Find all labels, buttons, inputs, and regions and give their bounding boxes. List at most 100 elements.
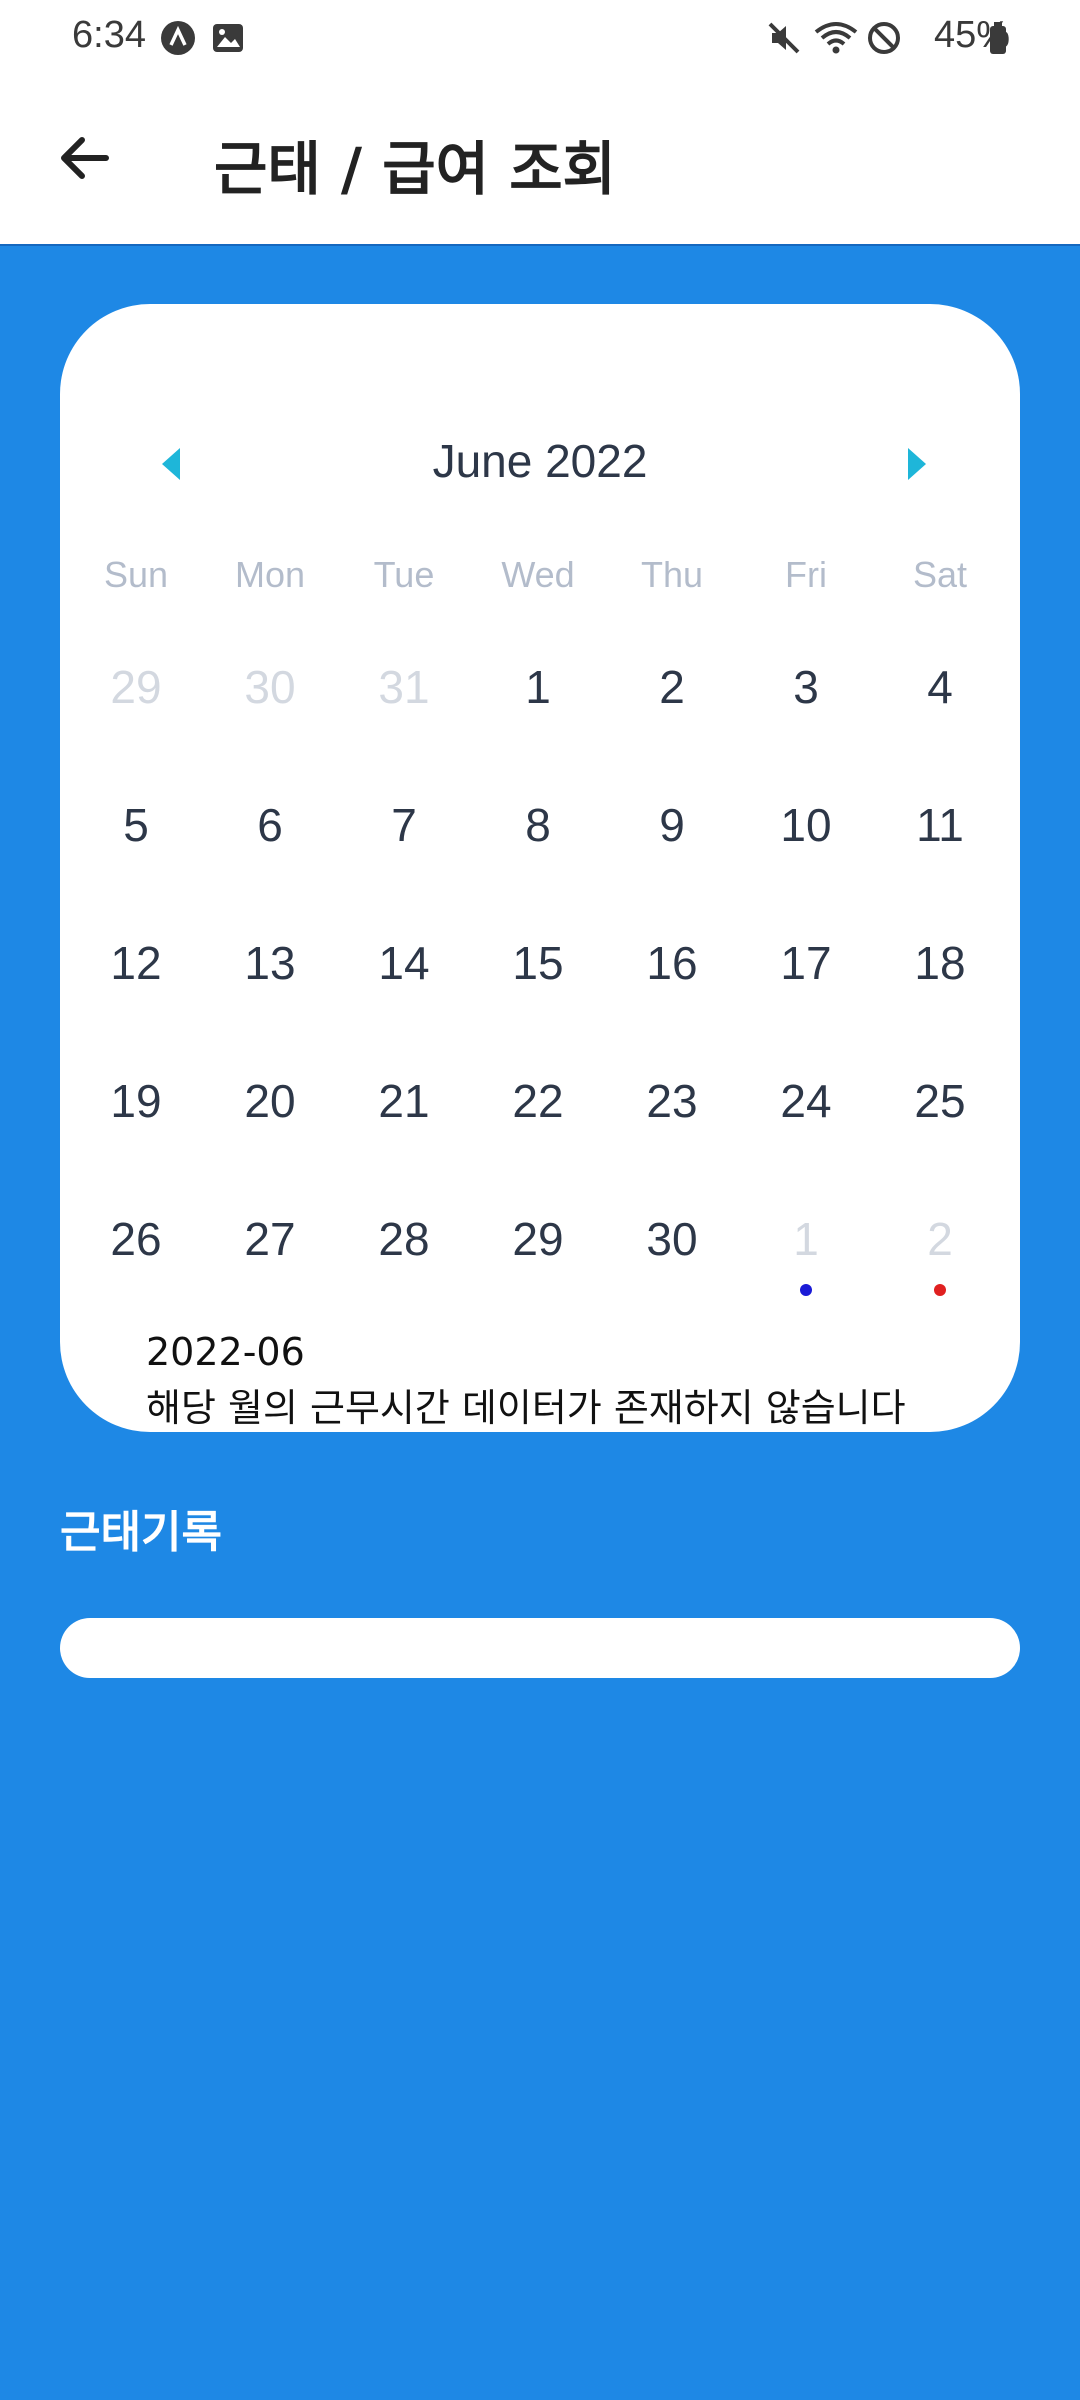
weekday-sun: Sun (103, 554, 169, 595)
day-number: 3 (793, 661, 819, 713)
calendar-day[interactable]: 20 (203, 1074, 337, 1154)
status-time: 6:34 (72, 14, 146, 56)
calendar-day[interactable]: 22 (471, 1074, 605, 1154)
calendar-card: June 2022 Sun Mon Tue Wed Thu Fri Sat 29 30 31 1 2… (60, 304, 1020, 1432)
calendar-day[interactable]: 3 (739, 660, 873, 740)
summary-month: 2022-06 (146, 1330, 305, 1374)
calendar-day[interactable]: 21 (337, 1074, 471, 1154)
weekday-fri: Fri (785, 554, 827, 595)
calendar-header: June 2022 (60, 424, 1020, 504)
calendar-day[interactable]: 31 (337, 660, 471, 740)
day-number: 16 (646, 937, 698, 989)
day-number: 27 (244, 1213, 296, 1265)
day-number: 11 (916, 799, 964, 851)
calendar-day[interactable]: 1 (739, 1212, 873, 1296)
calendar-day[interactable]: 25 (873, 1074, 1007, 1154)
app-bar: 근태 / 급여 조회 (0, 76, 1080, 246)
calendar-day[interactable]: 7 (337, 798, 471, 878)
weekday-sat: Sat (912, 554, 968, 595)
calendar-day[interactable]: 1 (471, 660, 605, 740)
weekday-mon: Mon (234, 554, 306, 595)
day-number: 25 (914, 1075, 966, 1127)
do-not-disturb-icon (868, 22, 900, 54)
calendar-day[interactable]: 17 (739, 936, 873, 1016)
calendar-day[interactable]: 4 (873, 660, 1007, 740)
day-number: 2 (927, 1213, 953, 1265)
day-number: 17 (780, 937, 832, 989)
day-number: 30 (646, 1213, 698, 1265)
day-number: 1 (525, 661, 551, 713)
records-section-title: 근태기록 (60, 1507, 222, 1558)
weekday-tue: Tue (373, 554, 435, 595)
day-number: 6 (257, 799, 283, 851)
status-bar: 6:34 45% (0, 0, 1080, 76)
day-number: 23 (646, 1075, 698, 1127)
day-number: 29 (512, 1213, 564, 1265)
calendar-day[interactable]: 9 (605, 798, 739, 878)
month-label: June 2022 (432, 435, 648, 487)
calendar-day[interactable]: 29 (471, 1212, 605, 1292)
calendar-day[interactable]: 6 (203, 798, 337, 878)
day-number: 21 (378, 1075, 430, 1127)
wifi-icon (814, 22, 858, 54)
calendar-day[interactable]: 11 (873, 798, 1007, 878)
calendar-day[interactable]: 2 (605, 660, 739, 740)
calendar-day[interactable]: 18 (873, 936, 1007, 1016)
day-number: 7 (391, 799, 417, 851)
calendar-day[interactable]: 2 (873, 1212, 1007, 1296)
day-number: 19 (110, 1075, 162, 1127)
day-number: 15 (512, 937, 564, 989)
triangle-right-icon[interactable] (902, 446, 932, 482)
calendar-day[interactable]: 24 (739, 1074, 873, 1154)
day-number: 8 (525, 799, 551, 851)
weekday-wed: Wed (501, 554, 575, 595)
day-number: 5 (123, 799, 149, 851)
calendar-day[interactable]: 27 (203, 1212, 337, 1292)
calendar-day[interactable]: 8 (471, 798, 605, 878)
calendar-day[interactable]: 5 (69, 798, 203, 878)
calendar-day[interactable]: 16 (605, 936, 739, 1016)
page-title: 근태 / 급여 조회 (214, 135, 616, 203)
battery-icon (990, 22, 1006, 54)
day-number: 28 (378, 1213, 430, 1265)
day-number: 20 (244, 1075, 296, 1127)
calendar-day[interactable]: 30 (203, 660, 337, 740)
app-notification-icon (161, 21, 195, 55)
day-number: 29 (110, 661, 162, 713)
day-number: 1 (793, 1213, 819, 1265)
summary-message: 해당 월의 근무시간 데이터가 존재하지 않습니다 (146, 1386, 906, 1430)
month-summary: 2022-06 해당 월의 근무시간 데이터가 존재하지 않습니다 (146, 1324, 906, 1432)
day-number: 22 (512, 1075, 564, 1127)
day-number: 10 (780, 799, 832, 851)
calendar-day[interactable]: 13 (203, 936, 337, 1016)
day-number: 24 (780, 1075, 832, 1127)
arrow-left-icon[interactable] (54, 128, 114, 188)
calendar-day[interactable]: 12 (69, 936, 203, 1016)
day-number: 14 (378, 937, 430, 989)
day-number: 4 (927, 661, 953, 713)
calendar-day[interactable]: 28 (337, 1212, 471, 1292)
day-number: 12 (110, 937, 162, 989)
calendar-day[interactable]: 23 (605, 1074, 739, 1154)
event-dot (800, 1284, 812, 1296)
calendar-day[interactable]: 26 (69, 1212, 203, 1292)
image-icon (213, 24, 243, 52)
day-number: 9 (659, 799, 685, 851)
calendar-day[interactable]: 15 (471, 936, 605, 1016)
weekday-thu: Thu (640, 554, 704, 595)
calendar-day[interactable]: 10 (739, 798, 873, 878)
calendar-day[interactable]: 29 (69, 660, 203, 740)
calendar-day[interactable]: 19 (69, 1074, 203, 1154)
records-list (60, 1618, 1020, 1678)
weekday-row: Sun Mon Tue Wed Thu Fri Sat (60, 554, 1020, 614)
day-number: 13 (244, 937, 296, 989)
mute-icon (768, 22, 800, 54)
day-number: 31 (378, 661, 430, 713)
event-dot (934, 1284, 946, 1296)
day-number: 2 (659, 661, 685, 713)
day-number: 18 (914, 937, 966, 989)
day-number: 30 (244, 661, 296, 713)
day-number: 26 (110, 1213, 162, 1265)
calendar-day[interactable]: 14 (337, 936, 471, 1016)
calendar-day[interactable]: 30 (605, 1212, 739, 1292)
